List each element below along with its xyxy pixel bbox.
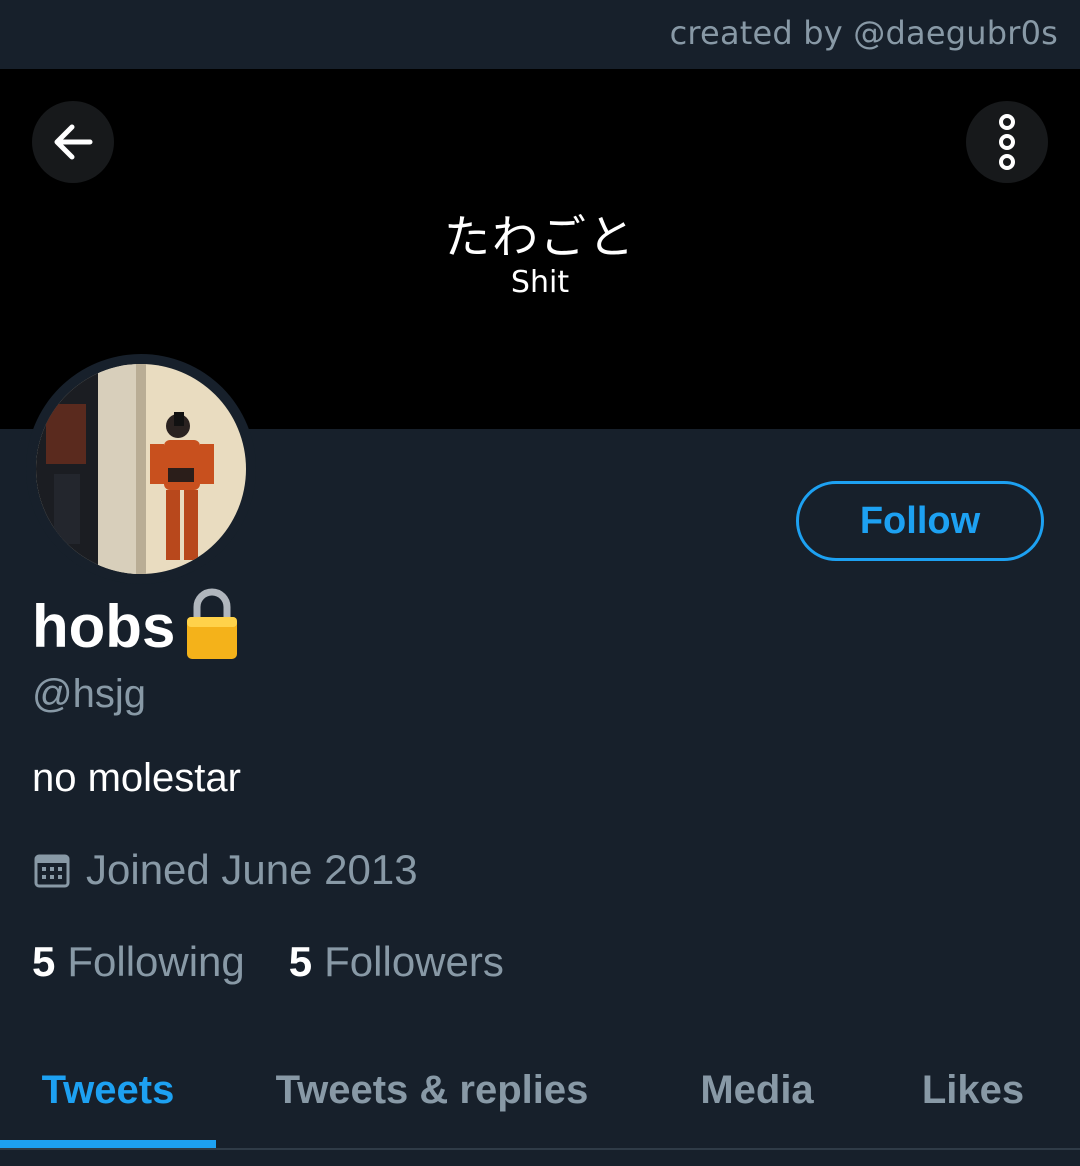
arrow-left-icon (54, 124, 93, 160)
more-vertical-icon (999, 114, 1015, 170)
profile-tabs: Tweets Tweets & replies Media Likes (0, 1040, 1080, 1150)
banner-title: たわごと (444, 210, 636, 264)
tab-likes[interactable]: Likes (880, 1040, 1066, 1140)
tabs-divider (0, 1148, 1080, 1150)
more-options-button[interactable] (966, 101, 1048, 183)
active-tab-indicator (0, 1140, 216, 1148)
followers-label: Followers (324, 938, 504, 985)
follow-button[interactable]: Follow (796, 481, 1044, 561)
avatar-photo (36, 364, 246, 574)
avatar[interactable] (26, 354, 256, 584)
tab-tweets-replies[interactable]: Tweets & replies (232, 1040, 632, 1140)
joined-date: Joined June 2013 (86, 846, 418, 893)
profile-handle: @hsjg (32, 672, 146, 716)
tab-media[interactable]: Media (660, 1040, 854, 1140)
following-count: 5 (32, 938, 56, 985)
followers-count: 5 (288, 938, 313, 985)
followers-link[interactable]: 5 Followers (289, 938, 504, 986)
top-strip: created by @daegubr0s (0, 0, 1080, 69)
profile-name-row: hobs (32, 586, 241, 666)
credit-text: created by @daegubr0s (669, 14, 1058, 52)
profile-bio: no molestar (32, 756, 241, 800)
following-link[interactable]: 5 Following (32, 938, 245, 986)
following-label: Following (67, 938, 245, 985)
display-name: hobs (32, 592, 176, 660)
padlock-icon (183, 587, 241, 665)
calendar-icon (34, 854, 70, 888)
follow-stats: 5 Following 5 Followers (32, 934, 504, 990)
joined-row: Joined June 2013 (34, 842, 418, 898)
banner-subtitle: Shit (510, 265, 570, 300)
tab-tweets[interactable]: Tweets (0, 1040, 216, 1140)
back-button[interactable] (32, 101, 114, 183)
